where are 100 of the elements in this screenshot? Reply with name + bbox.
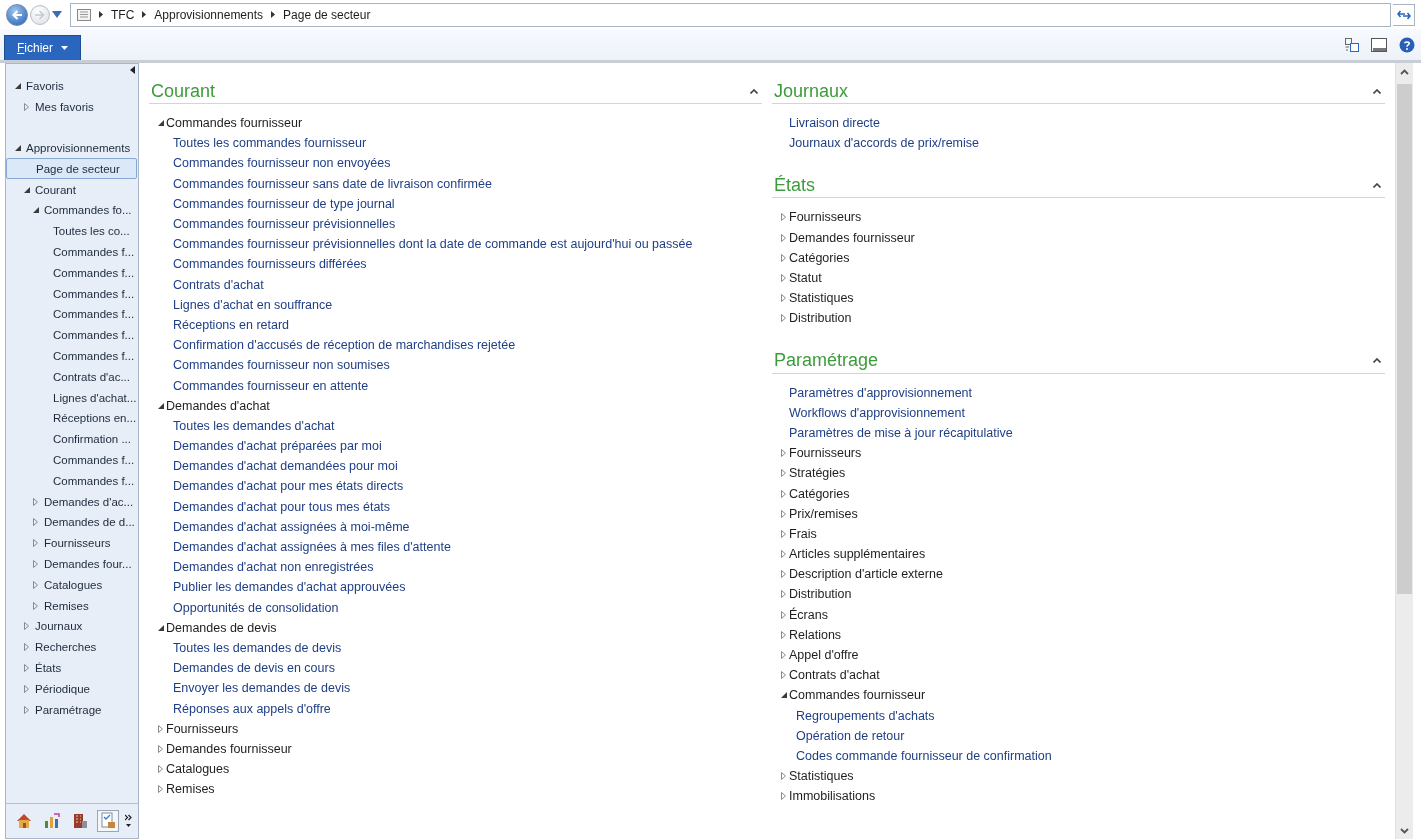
collapsed-triangle-icon[interactable] bbox=[158, 724, 163, 733]
group-label[interactable]: Distribution bbox=[789, 311, 852, 326]
collapsed-triangle-icon[interactable] bbox=[781, 570, 786, 579]
help-icon[interactable] bbox=[1399, 36, 1415, 53]
group-label[interactable]: Statistiques bbox=[789, 769, 854, 784]
expanded-triangle-icon[interactable] bbox=[14, 83, 21, 90]
expanded-triangle-icon[interactable] bbox=[14, 145, 21, 151]
collapsed-triangle-icon[interactable] bbox=[781, 671, 786, 680]
nav-tree-item[interactable]: Courant bbox=[6, 179, 137, 200]
group-label[interactable]: Prix/remises bbox=[789, 506, 858, 521]
nav-tree-item[interactable]: Commandes f... bbox=[6, 345, 137, 367]
breadcrumb-link[interactable]: Approvisionnements bbox=[154, 7, 264, 22]
scroll-down-icon[interactable] bbox=[1400, 827, 1409, 834]
link[interactable]: Demandes d'achat demandées pour moi bbox=[173, 459, 398, 474]
link[interactable]: Demandes d'achat préparées par moi bbox=[173, 439, 382, 454]
collapsed-triangle-icon[interactable] bbox=[781, 489, 786, 498]
group-label[interactable]: Demandes d'achat bbox=[166, 398, 270, 413]
nav-tree-item[interactable]: Commandes fo... bbox=[6, 200, 137, 221]
dropdown-caret-icon[interactable] bbox=[52, 11, 62, 18]
nav-tree-item[interactable]: Approvisionnements bbox=[6, 137, 137, 159]
collapsed-triangle-icon[interactable] bbox=[781, 509, 786, 518]
expanded-triangle-icon[interactable] bbox=[157, 120, 164, 127]
nav-tree-item[interactable]: Page de secteur bbox=[6, 158, 137, 180]
collapse-caret-icon[interactable] bbox=[1373, 88, 1381, 94]
group-label[interactable]: Statistiques bbox=[789, 291, 854, 306]
collapsed-triangle-icon[interactable] bbox=[781, 469, 786, 478]
collapse-caret-icon[interactable] bbox=[750, 88, 758, 94]
collapsed-triangle-icon[interactable] bbox=[781, 590, 786, 599]
link[interactable]: Contrats d'achat bbox=[173, 277, 264, 292]
collapsed-triangle-icon[interactable] bbox=[781, 651, 786, 660]
collapsed-triangle-icon[interactable] bbox=[24, 622, 29, 631]
link[interactable]: Commandes fournisseur non soumises bbox=[173, 358, 390, 373]
collapsed-triangle-icon[interactable] bbox=[33, 539, 38, 548]
link[interactable]: Confirmation d'accusés de réception de marchandises rejetée bbox=[173, 338, 516, 353]
group-label[interactable]: Relations bbox=[789, 627, 842, 642]
link[interactable]: Paramètres d'approvisionnement bbox=[789, 385, 973, 400]
group-label[interactable]: Demandes de devis bbox=[166, 620, 277, 635]
collapse-caret-icon[interactable] bbox=[1373, 358, 1381, 363]
group-label[interactable]: Fournisseurs bbox=[166, 721, 239, 736]
group-label[interactable]: Distribution bbox=[789, 587, 852, 602]
nav-tree-item[interactable]: Commandes f... bbox=[6, 262, 137, 284]
link[interactable]: Commandes fournisseurs différées bbox=[173, 257, 367, 272]
group-label[interactable]: Commandes fournisseur bbox=[789, 688, 926, 703]
link[interactable]: Demandes d'achat pour mes états directs bbox=[173, 479, 404, 494]
refresh-button[interactable] bbox=[1393, 3, 1415, 26]
collapsed-triangle-icon[interactable] bbox=[781, 550, 786, 559]
link[interactable]: Toutes les demandes d'achat bbox=[173, 418, 335, 433]
collapsed-triangle-icon[interactable] bbox=[33, 580, 38, 589]
link[interactable]: Opération de retour bbox=[796, 728, 905, 743]
group-label[interactable]: Articles supplémentaires bbox=[789, 547, 926, 562]
nav-tree-item[interactable]: Remises bbox=[6, 595, 137, 616]
collapsed-triangle-icon[interactable] bbox=[33, 559, 38, 568]
nav-tree-item[interactable]: Journaux bbox=[6, 615, 137, 637]
nav-tree-item[interactable]: Demandes four... bbox=[6, 553, 137, 575]
collapsed-triangle-icon[interactable] bbox=[781, 274, 786, 283]
link[interactable]: Commandes fournisseur non envoyées bbox=[173, 156, 391, 171]
link[interactable]: Workflows d'approvisionnement bbox=[789, 405, 965, 420]
expanded-triangle-icon[interactable] bbox=[780, 692, 787, 699]
collapsed-triangle-icon[interactable] bbox=[158, 744, 163, 753]
collapsed-triangle-icon[interactable] bbox=[24, 663, 29, 672]
collapsed-triangle-icon[interactable] bbox=[781, 294, 786, 303]
nav-tree-item[interactable]: Réceptions en... bbox=[6, 407, 137, 429]
group-label[interactable]: Écrans bbox=[789, 607, 828, 622]
collapsed-triangle-icon[interactable] bbox=[24, 705, 29, 714]
collapsed-triangle-icon[interactable] bbox=[781, 213, 786, 222]
group-label[interactable]: Statut bbox=[789, 271, 822, 286]
group-label[interactable]: Description d'article externe bbox=[789, 567, 943, 582]
link[interactable]: Commandes fournisseur sans date de livraison confirmée bbox=[173, 176, 492, 191]
nav-tree-item[interactable]: Commandes f... bbox=[6, 303, 137, 325]
link[interactable]: Commandes fournisseur en attente bbox=[173, 378, 369, 393]
nav-tree-item[interactable]: Confirmation ... bbox=[6, 428, 137, 450]
link[interactable]: Demandes d'achat pour tous mes états bbox=[173, 499, 391, 514]
expanded-triangle-icon[interactable] bbox=[157, 402, 164, 409]
nav-tree-item[interactable]: Toutes les co... bbox=[6, 220, 137, 242]
link[interactable]: Demandes d'achat assignées à moi-même bbox=[173, 519, 410, 534]
collapsed-triangle-icon[interactable] bbox=[24, 643, 29, 652]
link[interactable]: Paramètres de mise à jour récapitulative bbox=[789, 425, 1013, 440]
link[interactable]: Demandes d'achat assignées à mes files d'attente bbox=[173, 540, 451, 555]
expanded-triangle-icon[interactable] bbox=[23, 186, 30, 193]
collapsed-triangle-icon[interactable] bbox=[781, 610, 786, 619]
group-label[interactable]: Stratégies bbox=[789, 466, 846, 481]
nav-tree-item[interactable]: Catalogues bbox=[6, 574, 137, 596]
nav-tree-item[interactable]: Paramétrage bbox=[6, 699, 137, 720]
collapsed-triangle-icon[interactable] bbox=[781, 772, 786, 781]
module-button[interactable] bbox=[96, 810, 119, 832]
group-label[interactable]: Fournisseurs bbox=[789, 446, 862, 461]
nav-tree-item[interactable]: Périodique bbox=[6, 678, 137, 700]
breadcrumb-link[interactable]: Page de secteur bbox=[283, 7, 371, 22]
nav-tree-item[interactable]: Demandes de d... bbox=[6, 511, 137, 533]
collapsed-triangle-icon[interactable] bbox=[24, 684, 29, 693]
group-label[interactable]: Remises bbox=[166, 782, 215, 797]
group-label[interactable]: Demandes fournisseur bbox=[166, 741, 292, 756]
nav-tree-item[interactable]: Commandes f... bbox=[6, 470, 137, 492]
link[interactable]: Demandes d'achat non enregistrées bbox=[173, 560, 374, 575]
nav-tree-item[interactable]: Contrats d'ac... bbox=[6, 366, 137, 388]
nav-tree-item[interactable]: Commandes f... bbox=[6, 241, 137, 263]
address-bar[interactable]: TFC Approvisionnements Page de secteur bbox=[70, 2, 1391, 27]
link[interactable]: Journaux d'accords de prix/remise bbox=[789, 136, 979, 151]
back-button[interactable] bbox=[6, 3, 28, 26]
nav-tree-item[interactable]: Fournisseurs bbox=[6, 532, 137, 554]
